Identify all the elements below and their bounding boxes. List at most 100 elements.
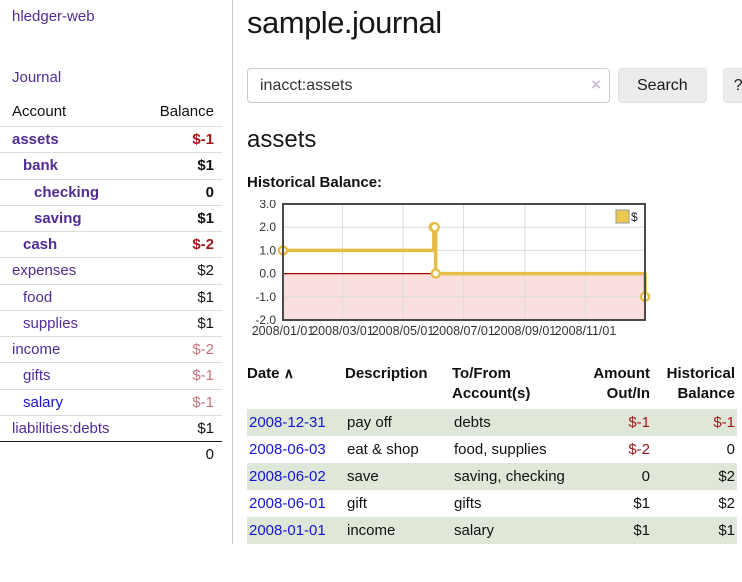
cell-accounts: gifts — [452, 490, 579, 517]
register-table: Date ∧ Description To/From Account(s) Am… — [247, 362, 737, 544]
register-header-description: Description — [345, 362, 452, 409]
account-row: salary $-1 — [0, 389, 222, 415]
balance-chart-svg: 3.02.01.00.0-1.0-2.02008/01/012008/03/01… — [247, 200, 659, 342]
clear-search-icon[interactable]: × — [591, 75, 601, 95]
table-row: 2008-06-01giftgifts$1$2 — [247, 490, 737, 517]
accounts-header-balance: Balance — [132, 99, 222, 127]
svg-text:2.0: 2.0 — [259, 220, 276, 234]
search-input-wrap: × — [247, 68, 610, 103]
app: hledger-web Journal Account Balance asse… — [0, 0, 742, 544]
account-link[interactable]: income — [12, 341, 60, 358]
cell-amount: 0 — [579, 463, 652, 490]
table-row: 2008-06-03 eat & shopfood, supplies$-20 — [247, 436, 737, 463]
register-table-header: Date ∧ Description To/From Account(s) Am… — [247, 362, 737, 409]
cell-amount: $-1 — [579, 409, 652, 436]
account-link[interactable]: bank — [23, 157, 58, 174]
date-link[interactable]: 2008-06-03 — [249, 441, 326, 458]
svg-text:3.0: 3.0 — [259, 200, 276, 211]
account-row: expenses $2 — [0, 258, 222, 284]
account-link[interactable]: gifts — [23, 367, 51, 384]
cell-balance: $-1 — [652, 409, 737, 436]
search-button[interactable]: Search — [618, 68, 707, 103]
account-link[interactable]: cash — [23, 236, 57, 253]
account-link[interactable]: supplies — [23, 315, 78, 332]
table-row: 2008-06-02savesaving, checking0$2 — [247, 463, 737, 490]
accounts-header-account: Account — [0, 99, 132, 127]
register-header-amount: Amount Out/In — [579, 362, 652, 409]
account-link[interactable]: saving — [34, 210, 82, 227]
sidebar-item-journal[interactable]: Journal — [12, 69, 232, 86]
account-link[interactable]: expenses — [12, 262, 76, 279]
svg-text:0.0: 0.0 — [259, 267, 276, 281]
cell-accounts: saving, checking — [452, 463, 579, 490]
account-row: liabilities:debts $1 — [0, 415, 222, 441]
svg-text:-1.0: -1.0 — [255, 290, 276, 304]
cell-balance: 0 — [652, 436, 737, 463]
search-input[interactable] — [247, 68, 610, 103]
account-link[interactable]: food — [23, 289, 52, 306]
account-link[interactable]: checking — [34, 184, 99, 201]
cell-description: pay off — [345, 409, 452, 436]
svg-text:2008/07/01: 2008/07/01 — [432, 324, 495, 338]
account-link[interactable]: liabilities:debts — [12, 420, 110, 437]
account-balance: $2 — [132, 258, 222, 284]
account-row: assets $-1 — [0, 127, 222, 153]
cell-accounts: food, supplies — [452, 436, 579, 463]
cell-amount: $1 — [579, 517, 652, 544]
account-row: bank $1 — [0, 153, 222, 179]
accounts-total-row: 0 — [0, 442, 222, 468]
account-balance: $-1 — [132, 127, 222, 153]
app-brand-link[interactable]: hledger-web — [12, 8, 232, 25]
account-row: gifts $-1 — [0, 363, 222, 389]
account-balance: $1 — [132, 415, 222, 441]
cell-description: eat & shop — [345, 436, 452, 463]
account-balance: 0 — [132, 179, 222, 205]
account-balance: $-1 — [132, 389, 222, 415]
cell-accounts: debts — [452, 409, 579, 436]
account-row: cash$-2 — [0, 232, 222, 258]
cell-accounts: salary — [452, 517, 579, 544]
account-balance: $-2 — [132, 337, 222, 363]
date-link[interactable]: 2008-01-01 — [249, 522, 326, 539]
sort-asc-icon: ∧ — [284, 365, 294, 381]
cell-balance: $1 — [652, 517, 737, 544]
account-balance: $1 — [132, 153, 222, 179]
svg-text:2008/09/01: 2008/09/01 — [494, 324, 557, 338]
main-content: sample.journal × Search ? assets Histori… — [233, 0, 742, 544]
account-link[interactable]: salary — [23, 394, 63, 411]
date-link[interactable]: 2008-06-02 — [249, 468, 326, 485]
account-row: saving $1 — [0, 205, 222, 231]
sidebar: hledger-web Journal Account Balance asse… — [0, 0, 233, 544]
account-row: food $1 — [0, 284, 222, 310]
chart-title: Historical Balance: — [247, 174, 742, 191]
date-link[interactable]: 2008-12-31 — [249, 414, 326, 431]
svg-text:2008/03/01: 2008/03/01 — [311, 324, 374, 338]
cell-description: gift — [345, 490, 452, 517]
account-balance: $1 — [132, 310, 222, 336]
account-heading: assets — [247, 126, 742, 154]
account-balance: $1 — [132, 205, 222, 231]
cell-description: income — [345, 517, 452, 544]
cell-amount: $1 — [579, 490, 652, 517]
account-balance: $-1 — [132, 363, 222, 389]
register-header-balance: Historical Balance — [652, 362, 737, 409]
svg-text:2008/05/01: 2008/05/01 — [372, 324, 435, 338]
date-link[interactable]: 2008-06-01 — [249, 495, 326, 512]
register-header-date[interactable]: Date ∧ — [247, 362, 345, 409]
cell-balance: $2 — [652, 463, 737, 490]
account-balance: $1 — [132, 284, 222, 310]
account-row: checking 0 — [0, 179, 222, 205]
help-button[interactable]: ? — [723, 68, 742, 103]
cell-amount: $-2 — [579, 436, 652, 463]
table-row: 2008-01-01incomesalary$1$1 — [247, 517, 737, 544]
accounts-total-value: 0 — [132, 442, 222, 468]
svg-text:1.0: 1.0 — [259, 243, 276, 257]
historical-balance-chart: 3.02.01.00.0-1.0-2.02008/01/012008/03/01… — [247, 200, 742, 342]
account-row: supplies $1 — [0, 310, 222, 336]
page-title: sample.journal — [247, 5, 742, 41]
accounts-table-header: Account Balance — [0, 99, 222, 127]
accounts-table: Account Balance assets $-1 bank $1 checking 0… — [0, 99, 222, 467]
svg-text:2008/11/01: 2008/11/01 — [555, 324, 617, 338]
account-link[interactable]: assets — [12, 131, 59, 148]
search-form: × Search ? — [247, 68, 742, 103]
